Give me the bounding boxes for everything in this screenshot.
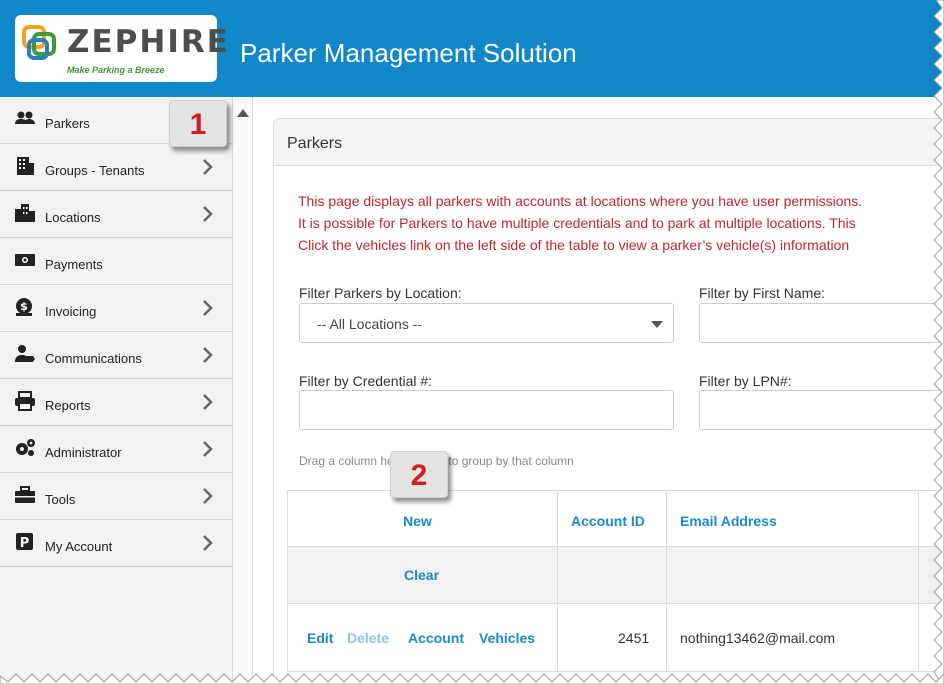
email-column-header[interactable]: Email Address bbox=[680, 513, 777, 529]
account-link[interactable]: Account bbox=[408, 630, 464, 646]
app-header: ZEPHIRE Make Parking a Breeze Parker Man… bbox=[0, 0, 944, 97]
invoice-dollar-icon: $ bbox=[16, 298, 32, 316]
chevron-right-icon bbox=[203, 394, 213, 410]
brand-name: ZEPHIRE bbox=[67, 24, 230, 60]
filter-account-id-cell bbox=[558, 547, 667, 604]
edit-link[interactable]: Edit bbox=[307, 630, 333, 646]
notice-line: Click the vehicles link on the left side… bbox=[298, 237, 850, 253]
chevron-right-icon bbox=[203, 441, 213, 457]
sidebar-item-label: Payments bbox=[45, 257, 103, 272]
chevron-right-icon bbox=[203, 206, 213, 222]
cogs-icon bbox=[16, 439, 35, 456]
credential-filter-label: Filter by Credential #: bbox=[299, 373, 433, 389]
account-id-column-header[interactable]: Account ID bbox=[571, 513, 645, 529]
sidebar-item-label: Reports bbox=[45, 398, 91, 413]
callout-badge-2: 2 bbox=[390, 451, 448, 498]
svg-text:P: P bbox=[20, 536, 30, 551]
first-name-filter-input[interactable] bbox=[699, 303, 944, 343]
chevron-right-icon bbox=[203, 159, 213, 175]
row-account-id-cell bbox=[558, 604, 667, 672]
location-filter-value: -- All Locations -- bbox=[317, 316, 423, 332]
notice-line: It is possible for Parkers to have multi… bbox=[298, 215, 856, 231]
user-tag-icon bbox=[15, 345, 35, 362]
printer-icon bbox=[15, 391, 35, 411]
lpn-filter-input[interactable] bbox=[699, 390, 944, 430]
money-icon bbox=[15, 254, 35, 266]
sidebar-nav: Parkers Groups - Tenants Locations Payme… bbox=[0, 97, 233, 684]
sidebar-item-label: Parkers bbox=[45, 116, 90, 131]
logo-mark-icon bbox=[22, 25, 56, 60]
building-icon bbox=[17, 157, 34, 175]
sidebar-item-label: Administrator bbox=[45, 445, 122, 460]
scroll-up-arrow-icon[interactable] bbox=[237, 109, 249, 117]
sidebar-item-label: Locations bbox=[45, 210, 101, 225]
notice-line: This page displays all parkers with acco… bbox=[298, 193, 863, 209]
toolbox-icon bbox=[15, 486, 35, 503]
brand-tagline: Make Parking a Breeze bbox=[67, 65, 165, 75]
app-title: Parker Management Solution bbox=[240, 38, 577, 68]
clear-button[interactable]: Clear bbox=[404, 567, 439, 583]
torn-edge-right-decoration bbox=[933, 0, 944, 684]
parkers-grid: New Account ID Email Address Clear Edit … bbox=[287, 490, 944, 684]
torn-edge-bottom-decoration bbox=[0, 673, 944, 684]
sidebar-item-groups-tenants[interactable]: Groups - Tenants bbox=[0, 144, 232, 191]
first-name-filter-label: Filter by First Name: bbox=[699, 285, 826, 301]
sidebar-scrollbar[interactable] bbox=[233, 97, 253, 684]
sidebar-item-payments[interactable]: Payments bbox=[0, 238, 232, 285]
sidebar-item-my-account[interactable]: P My Account bbox=[0, 520, 232, 567]
table-row: Edit Delete Account Vehicles 2451 nothin… bbox=[288, 604, 944, 672]
sidebar-item-label: Groups - Tenants bbox=[45, 163, 145, 178]
vehicles-link[interactable]: Vehicles bbox=[479, 630, 535, 646]
svg-text:$: $ bbox=[20, 300, 28, 313]
zephire-logo[interactable]: ZEPHIRE Make Parking a Breeze bbox=[15, 15, 228, 82]
account-id-value: 2451 bbox=[618, 630, 650, 646]
city-icon bbox=[15, 204, 35, 222]
chevron-right-icon bbox=[203, 300, 213, 316]
filter-email-cell bbox=[667, 547, 919, 604]
sidebar-item-communications[interactable]: Communications bbox=[0, 332, 232, 379]
new-button[interactable]: New bbox=[403, 513, 432, 529]
parking-icon: P bbox=[16, 533, 33, 551]
sidebar-item-label: My Account bbox=[45, 539, 113, 554]
chevron-right-icon bbox=[203, 347, 213, 363]
sidebar-item-administrator[interactable]: Administrator bbox=[0, 426, 232, 473]
grid-filter-row: Clear bbox=[288, 547, 944, 604]
sidebar-item-locations[interactable]: Locations bbox=[0, 191, 232, 238]
chevron-right-icon bbox=[203, 488, 213, 504]
sidebar-item-label: Tools bbox=[45, 492, 76, 507]
sidebar-item-label: Communications bbox=[45, 351, 142, 366]
location-filter-label: Filter Parkers by Location: bbox=[299, 285, 462, 301]
email-value: nothing13462@mail.com bbox=[680, 630, 836, 646]
panel-header: Parkers bbox=[274, 119, 944, 166]
panel-title: Parkers bbox=[287, 135, 343, 152]
sidebar-item-label: Invoicing bbox=[45, 304, 97, 319]
sidebar-item-invoicing[interactable]: $ Invoicing bbox=[0, 285, 232, 332]
chevron-right-icon bbox=[203, 535, 213, 551]
sidebar-item-reports[interactable]: Reports bbox=[0, 379, 232, 426]
users-icon bbox=[15, 111, 35, 124]
credential-filter-input[interactable] bbox=[299, 390, 674, 430]
callout-badge-1: 1 bbox=[169, 100, 227, 147]
location-filter-select[interactable]: -- All Locations -- bbox=[299, 303, 674, 343]
delete-link[interactable]: Delete bbox=[347, 630, 389, 646]
grid-header-row: New Account ID Email Address bbox=[288, 491, 944, 547]
lpn-filter-label: Filter by LPN#: bbox=[699, 373, 792, 389]
sidebar-item-tools[interactable]: Tools bbox=[0, 473, 232, 520]
caret-down-icon bbox=[651, 321, 663, 328]
